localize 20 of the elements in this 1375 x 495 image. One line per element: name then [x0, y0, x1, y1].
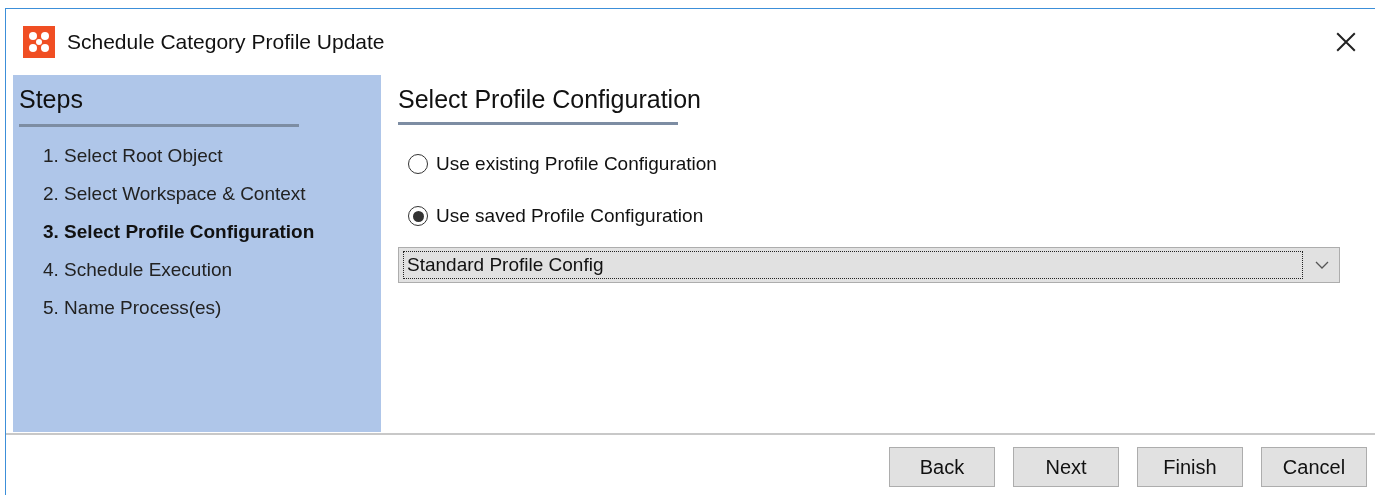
window-title: Schedule Category Profile Update [67, 30, 386, 54]
wizard-button[interactable]: Finish [1137, 447, 1243, 487]
profile-dropdown[interactable]: Standard Profile Config [398, 247, 1340, 283]
step-item: 1. Select Root Object [43, 145, 224, 167]
step-item: 5. Name Process(es) [43, 297, 223, 319]
radio-button[interactable] [408, 154, 428, 174]
app-logo-icon [23, 26, 55, 58]
wizard-button[interactable]: Next [1013, 447, 1119, 487]
step-item: 3. Select Profile Configuration [43, 221, 316, 243]
radio-button[interactable] [408, 206, 428, 226]
close-icon[interactable] [1335, 31, 1357, 53]
option-label: Use existing Profile Configuration [436, 153, 717, 175]
wizard-button[interactable]: Back [889, 447, 995, 487]
wizard-button[interactable]: Cancel [1261, 447, 1367, 487]
step-item: 2. Select Workspace & Context [43, 183, 307, 205]
steps-heading: Steps [19, 85, 84, 114]
section-heading: Select Profile Configuration [398, 85, 702, 114]
chevron-icon [1315, 261, 1329, 269]
step-item: 4. Schedule Execution [43, 259, 234, 281]
option-label: Use saved Profile Configuration [436, 205, 704, 227]
